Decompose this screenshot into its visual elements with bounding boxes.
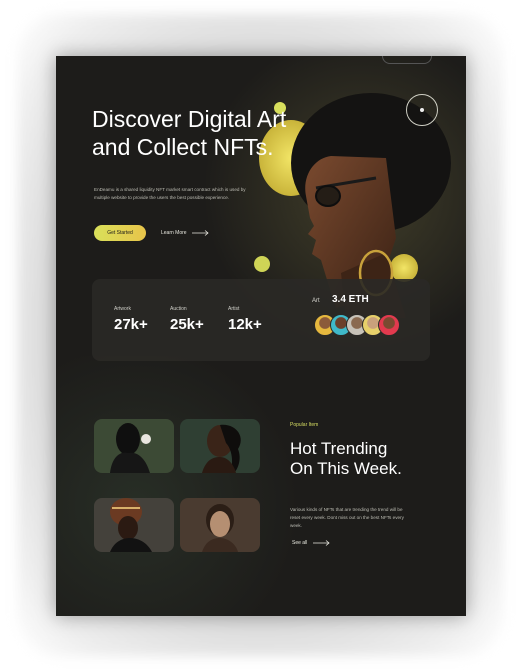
nft-card[interactable] <box>180 419 260 473</box>
stat-value: 12k+ <box>228 316 262 333</box>
arrow-right-icon <box>312 539 330 546</box>
nft-artwork-image <box>202 504 238 552</box>
nft-artwork-image <box>110 498 152 552</box>
header-button[interactable] <box>382 56 432 64</box>
stat-artist: Artist 12k+ <box>228 306 262 333</box>
stat-label: Auction <box>170 306 187 312</box>
see-all-link[interactable]: See all <box>292 538 331 548</box>
nft-card[interactable] <box>94 498 174 552</box>
stat-artwork: Artwork 27k+ <box>114 306 148 333</box>
see-all-label: See all <box>292 540 308 546</box>
get-started-button[interactable]: Get Started <box>94 225 146 241</box>
section-description: Various kinds of NFTs that are trending … <box>290 507 404 528</box>
hero-description: EnDeamu is a shared liquidity NFT market… <box>94 187 246 200</box>
nft-card[interactable] <box>180 498 260 552</box>
nft-card[interactable] <box>94 419 174 473</box>
art-price: 3.4 ETH <box>332 294 369 305</box>
art-label: Art <box>312 298 320 304</box>
arrow-right-icon <box>191 229 209 236</box>
stats-card: Artwork 27k+ Auction 25k+ Artist 12k+ Ar… <box>92 279 430 361</box>
hero-title: Discover Digital Art and Collect NFTs. <box>92 106 287 161</box>
nft-artwork-image <box>110 423 151 473</box>
learn-more-label: Learn More <box>161 230 187 236</box>
round-badge-icon <box>406 94 438 126</box>
stat-label: Artwork <box>114 306 131 312</box>
stat-value: 25k+ <box>170 316 204 333</box>
avatar[interactable] <box>378 314 400 336</box>
background-glow <box>56 356 316 616</box>
section-title: Hot Trending On This Week. <box>290 439 402 478</box>
stat-label: Artist <box>228 306 240 312</box>
section-tag: Popular Item <box>290 422 319 428</box>
stat-value: 27k+ <box>114 316 148 333</box>
learn-more-link[interactable]: Learn More <box>161 226 210 240</box>
landing-page: Discover Digital Art and Collect NFTs. E… <box>56 56 466 616</box>
nft-artwork-image <box>202 424 241 473</box>
stat-auction: Auction 25k+ <box>170 306 204 333</box>
